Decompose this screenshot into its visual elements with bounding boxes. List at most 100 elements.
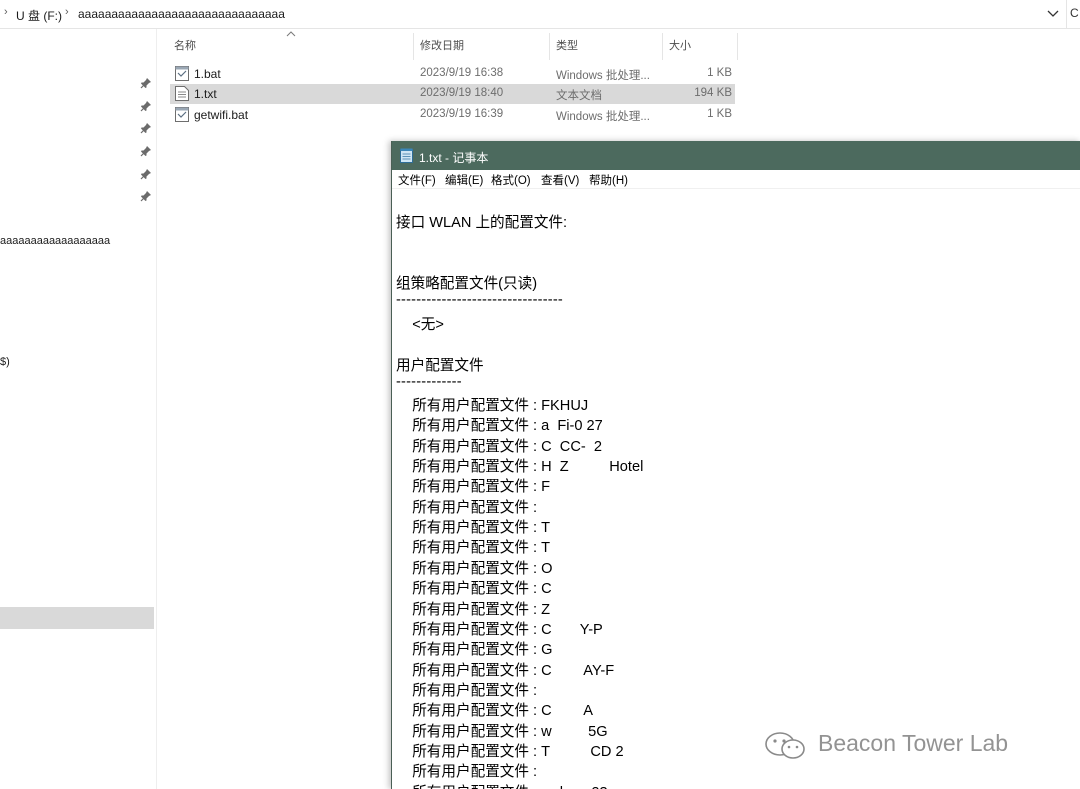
profile-name: C AY-F [541, 662, 615, 679]
group-policy-header: 组策略配置文件(只读) [396, 276, 538, 292]
profile-name: T CD 2 [541, 743, 624, 760]
profile-label: 所有用户配置文件 : [396, 601, 542, 618]
notepad-titlebar[interactable]: 1.txt - 记事本 [392, 141, 1080, 170]
pin-icon[interactable] [140, 145, 152, 157]
profile-label: 所有用户配置文件 : [396, 418, 542, 435]
watermark-text: Beacon Tower Lab [818, 730, 1009, 756]
pin-icon[interactable] [140, 122, 152, 134]
file-size: 1 KB [707, 67, 732, 79]
profile-line: 所有用户配置文件 : FKHUJ [396, 394, 588, 415]
profile-name: a Fi-0 27 [541, 418, 603, 435]
column-header-type[interactable]: 类型 [556, 37, 578, 53]
profile-label: 所有用户配置文件 : [396, 520, 542, 537]
address-bar[interactable]: › U 盘 (F:) › aaaaaaaaaaaaaaaaaaaaaaaaaaa… [0, 0, 1080, 29]
profile-line: 所有用户配置文件 : [396, 496, 541, 517]
notepad-text-area[interactable]: 接口 WLAN 上的配置文件: 组策略配置文件(只读) ------------… [392, 189, 1080, 789]
profile-name: C Y-P [541, 621, 603, 638]
user-profiles-rule: ------------- [396, 374, 462, 390]
profile-line: 所有用户配置文件 : F [396, 475, 550, 496]
notepad-window[interactable]: 1.txt - 记事本 文件(F) 编辑(E) 格式(O) 查看(V) 帮助(H… [391, 141, 1080, 789]
breadcrumb-separator-icon: › [65, 6, 69, 18]
profile-name: wahrsy 23 [541, 785, 608, 789]
profile-line: 所有用户配置文件 : [396, 679, 541, 700]
profile-line: 所有用户配置文件 : T CD 2 [396, 740, 624, 761]
profile-name: C A [541, 703, 594, 720]
column-divider[interactable] [662, 33, 663, 60]
pin-icon[interactable] [140, 77, 152, 89]
file-name[interactable]: 1.txt [194, 87, 217, 101]
profile-label: 所有用户配置文件 : [396, 723, 542, 740]
interface-header: 接口 WLAN 上的配置文件: [396, 215, 568, 231]
profile-line: 所有用户配置文件 : C AY-F [396, 659, 614, 680]
profile-name: O [541, 560, 553, 577]
file-size: 194 KB [694, 87, 732, 99]
file-row-selected[interactable]: 1.txt 2023/9/19 18:40 文本文档 194 KB [170, 84, 735, 104]
chevron-down-icon[interactable] [1045, 3, 1061, 23]
file-row[interactable]: 1.bat 2023/9/19 16:38 Windows 批处理... 1 K… [170, 64, 735, 84]
profile-line: 所有用户配置文件 : T [396, 516, 550, 537]
profile-label: 所有用户配置文件 : [396, 479, 542, 496]
profile-line: 所有用户配置文件 : w 5G [396, 720, 608, 741]
profile-name: T [541, 540, 551, 557]
profile-label: 所有用户配置文件 : [396, 642, 542, 659]
profile-label: 所有用户配置文件 : [396, 682, 542, 699]
profile-line: 所有用户配置文件 : O [396, 557, 553, 578]
group-policy-rule: --------------------------------- [396, 292, 563, 308]
pin-icon[interactable] [140, 100, 152, 112]
breadcrumb-separator-icon: › [4, 6, 8, 18]
pin-icon[interactable] [140, 190, 152, 202]
breadcrumb-folder[interactable]: aaaaaaaaaaaaaaaaaaaaaaaaaaaaaaa [78, 7, 285, 21]
user-profiles-header: 用户配置文件 [396, 358, 484, 374]
column-divider[interactable] [549, 33, 550, 60]
file-name[interactable]: 1.bat [194, 67, 221, 81]
refresh-button[interactable]: C [1066, 0, 1080, 28]
menu-format[interactable]: 格式(O) [491, 172, 531, 188]
column-header-name[interactable]: 名称 [174, 37, 196, 53]
profile-line: 所有用户配置文件 : H Z Hotel [396, 455, 643, 476]
notepad-title: 1.txt - 记事本 [419, 151, 489, 165]
file-type: Windows 批处理... [556, 111, 650, 123]
profile-line: 所有用户配置文件 : G [396, 638, 553, 659]
menu-edit[interactable]: 编辑(E) [445, 172, 483, 188]
menu-file[interactable]: 文件(F) [398, 172, 436, 188]
profile-label: 所有用户配置文件 : [396, 703, 542, 720]
column-header-date[interactable]: 修改日期 [420, 37, 464, 53]
file-type: Windows 批处理... [556, 70, 650, 82]
profile-line: 所有用户配置文件 : T [396, 536, 550, 557]
profile-label: 所有用户配置文件 : [396, 662, 542, 679]
profile-label: 所有用户配置文件 : [396, 560, 542, 577]
profile-name: T [541, 520, 551, 537]
file-size: 1 KB [707, 108, 732, 120]
nav-item-drive[interactable]: $) [0, 356, 10, 368]
profile-name: F [541, 479, 551, 496]
profile-line: 所有用户配置文件 : C A [396, 699, 593, 720]
profile-name: H Z Hotel [541, 459, 644, 476]
profile-name: G [541, 642, 553, 659]
batch-file-icon [175, 66, 189, 81]
profile-name: C CC- 2 [541, 438, 602, 455]
profile-label: 所有用户配置文件 : [396, 743, 542, 760]
profile-label: 所有用户配置文件 : [396, 540, 542, 557]
nav-item-selected[interactable] [0, 607, 154, 629]
column-divider[interactable] [413, 33, 414, 60]
pin-icon[interactable] [140, 168, 152, 180]
profile-name: w 5G [541, 723, 608, 740]
column-divider[interactable] [737, 33, 738, 60]
profile-line: 所有用户配置文件 : C [396, 577, 551, 598]
nav-item-folder[interactable]: aaaaaaaaaaaaaaaaaa [0, 235, 110, 247]
file-date: 2023/9/19 16:39 [420, 108, 504, 120]
file-date: 2023/9/19 18:40 [420, 87, 504, 99]
profile-line: 所有用户配置文件 : [396, 760, 541, 781]
profile-line: 所有用户配置文件 : wahrsy 23 [396, 781, 608, 789]
file-name[interactable]: getwifi.bat [194, 108, 248, 122]
profile-line: 所有用户配置文件 : a Fi-0 27 [396, 414, 603, 435]
menu-help[interactable]: 帮助(H) [589, 172, 628, 188]
notepad-menubar: 文件(F) 编辑(E) 格式(O) 查看(V) 帮助(H) [392, 170, 1080, 189]
file-row[interactable]: getwifi.bat 2023/9/19 16:39 Windows 批处理.… [170, 105, 735, 125]
profile-line: 所有用户配置文件 : C CC- 2 [396, 435, 602, 456]
breadcrumb-drive[interactable]: U 盘 (F:) [16, 7, 62, 24]
column-header-size[interactable]: 大小 [669, 37, 691, 53]
profile-label: 所有用户配置文件 : [396, 621, 542, 638]
menu-view[interactable]: 查看(V) [541, 172, 579, 188]
sort-ascending-icon [286, 31, 296, 37]
